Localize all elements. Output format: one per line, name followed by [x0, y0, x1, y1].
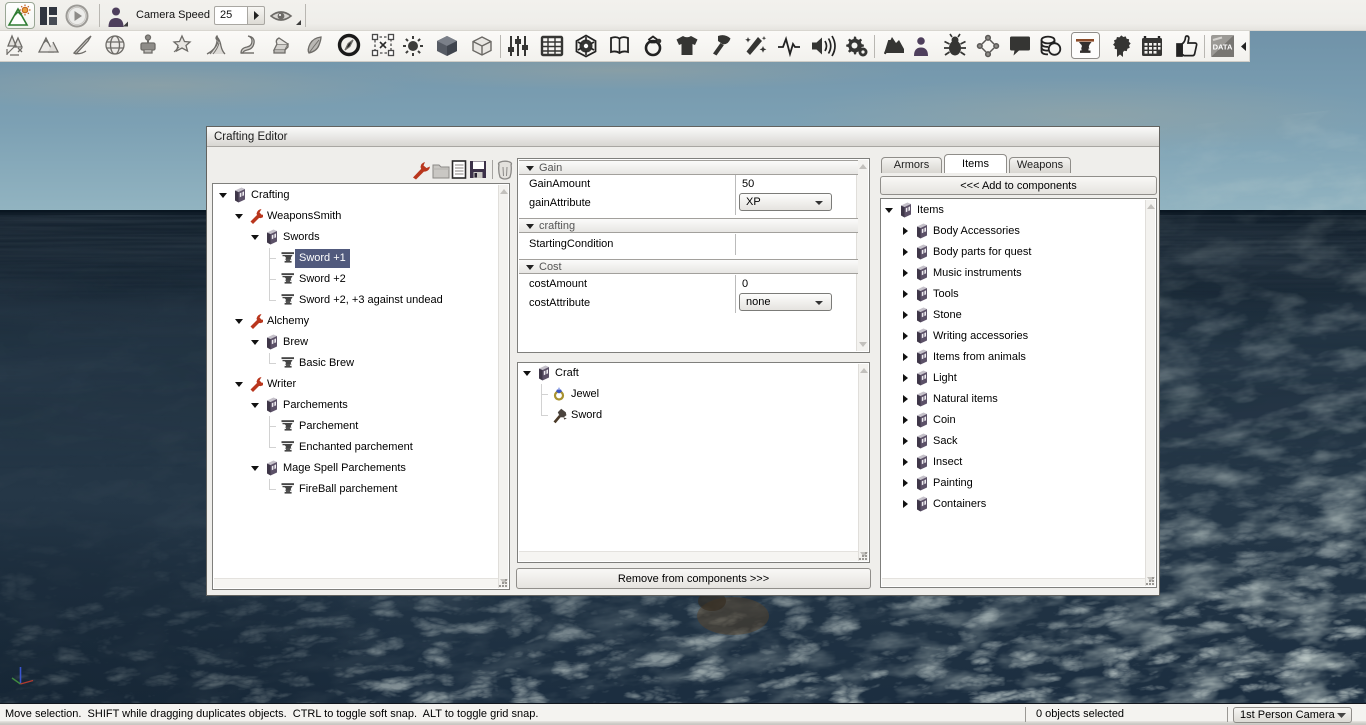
- svg-text:DATA: DATA: [1213, 43, 1233, 52]
